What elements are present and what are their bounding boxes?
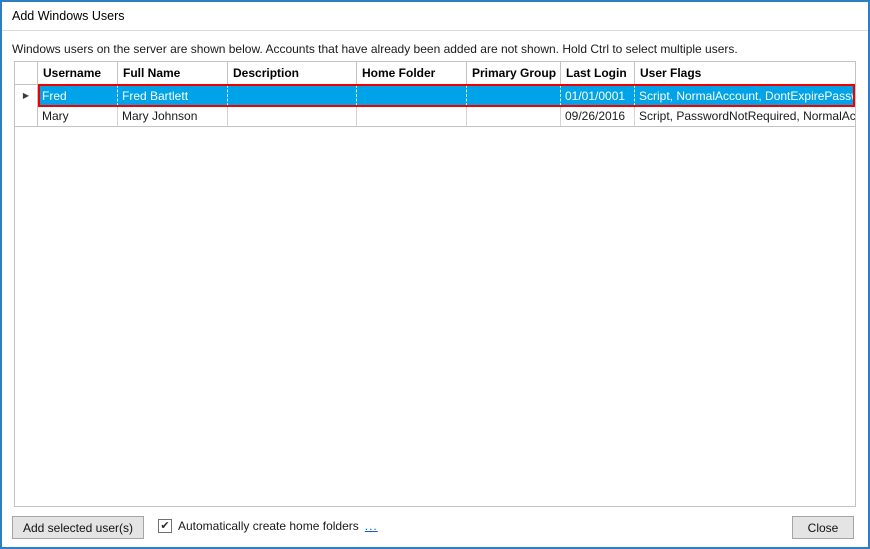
cell-description[interactable] bbox=[228, 106, 357, 126]
cell-user-flags[interactable]: Script, NormalAccount, DontExpirePasswor… bbox=[635, 85, 855, 106]
add-windows-users-dialog: Add Windows Users Windows users on the s… bbox=[0, 0, 870, 549]
add-selected-users-button[interactable]: Add selected user(s) bbox=[12, 516, 144, 539]
column-header-full-name[interactable]: Full Name bbox=[118, 62, 228, 84]
table-row[interactable]: Mary Mary Johnson 09/26/2016 Script, Pas… bbox=[15, 106, 855, 127]
home-folders-help-link[interactable]: ... bbox=[365, 519, 378, 533]
cell-username[interactable]: Fred bbox=[38, 85, 118, 106]
cell-primary-group[interactable] bbox=[467, 85, 561, 106]
users-grid: Username Full Name Description Home Fold… bbox=[14, 61, 856, 507]
column-header-last-login[interactable]: Last Login bbox=[561, 62, 635, 84]
current-row-arrow-icon: ▶ bbox=[15, 85, 38, 106]
column-header-home-folder[interactable]: Home Folder bbox=[357, 62, 467, 84]
cell-user-flags[interactable]: Script, PasswordNotRequired, NormalAcco.… bbox=[635, 106, 855, 126]
home-folders-option: ✔ Automatically create home folders ... bbox=[158, 519, 378, 533]
column-header-username[interactable]: Username bbox=[38, 62, 118, 84]
table-row[interactable]: ▶ Fred Fred Bartlett 01/01/0001 Script, … bbox=[15, 85, 855, 106]
cell-full-name[interactable]: Mary Johnson bbox=[118, 106, 228, 126]
cell-username[interactable]: Mary bbox=[38, 106, 118, 126]
cell-description[interactable] bbox=[228, 85, 357, 106]
cell-home-folder[interactable] bbox=[357, 85, 467, 106]
cell-last-login[interactable]: 09/26/2016 bbox=[561, 106, 635, 126]
row-selector-cell bbox=[15, 106, 38, 126]
page-title: Add Windows Users bbox=[2, 9, 125, 23]
row-selector-header-cell bbox=[15, 62, 38, 84]
auto-create-home-folders-label: Automatically create home folders bbox=[178, 519, 359, 533]
cell-full-name[interactable]: Fred Bartlett bbox=[118, 85, 228, 106]
cell-last-login[interactable]: 01/01/0001 bbox=[561, 85, 635, 106]
cell-primary-group[interactable] bbox=[467, 106, 561, 126]
cell-home-folder[interactable] bbox=[357, 106, 467, 126]
title-bar: Add Windows Users bbox=[2, 2, 868, 31]
grid-header-row: Username Full Name Description Home Fold… bbox=[15, 62, 855, 85]
close-button[interactable]: Close bbox=[792, 516, 854, 539]
auto-create-home-folders-checkbox[interactable]: ✔ bbox=[158, 519, 172, 533]
column-header-description[interactable]: Description bbox=[228, 62, 357, 84]
column-header-user-flags[interactable]: User Flags bbox=[635, 62, 855, 84]
instructions-text: Windows users on the server are shown be… bbox=[12, 42, 858, 56]
column-header-primary-group[interactable]: Primary Group bbox=[467, 62, 561, 84]
